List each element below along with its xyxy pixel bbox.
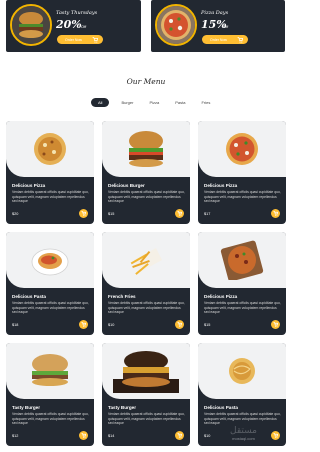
order-now-label: Order Now — [210, 37, 227, 42]
cart-icon — [81, 211, 86, 216]
pasta-icon — [31, 248, 69, 276]
menu-item-card[interactable]: Delicious Pasta Veniam debitis quaerat o… — [6, 232, 94, 335]
add-to-cart-button[interactable] — [79, 431, 88, 440]
menu-item-card[interactable]: Delicious Burger Veniam debitis quaerat … — [102, 121, 190, 224]
cart-icon — [81, 322, 86, 327]
cart-icon — [273, 211, 278, 216]
filter-pizza[interactable]: Pizza — [145, 98, 163, 107]
item-name: Delicious Pizza — [12, 183, 46, 188]
cart-icon — [177, 211, 182, 216]
item-name: Delicious Pasta — [12, 294, 46, 299]
item-description: Veniam debitis quaerat officiis quasi cu… — [204, 190, 281, 204]
watermark-arabic: مستقل — [230, 426, 257, 436]
item-price: $18 — [12, 323, 19, 327]
filter-pasta[interactable]: Pasta — [171, 98, 189, 107]
item-name: French Fries — [108, 294, 136, 299]
item-name: Tasty Burger — [108, 405, 136, 410]
item-description: Veniam debitis quaerat officiis quasi cu… — [108, 301, 185, 315]
item-price: $17 — [204, 212, 211, 216]
item-price: $15 — [108, 212, 115, 216]
food-image-area — [198, 343, 286, 399]
promo-percent: 20% — [56, 18, 82, 31]
filter-all[interactable]: All — [91, 98, 110, 107]
cart-icon — [177, 433, 182, 438]
menu-filters: All Burger Pizza Pasta Fries — [91, 98, 214, 107]
item-name: Delicious Pizza — [204, 183, 238, 188]
item-price: $10 — [108, 323, 115, 327]
order-now-label: Order Now — [65, 37, 82, 42]
food-image-area — [6, 343, 94, 399]
burger-icon — [113, 351, 179, 393]
promo-banner-2: Pizza Days 15% Off Order Now — [151, 0, 285, 52]
promo-off: Off — [223, 24, 229, 29]
menu-item-card[interactable]: Delicious Pizza Veniam debitis quaerat o… — [198, 121, 286, 224]
food-image-area — [6, 121, 94, 177]
menu-item-card[interactable]: Tasty Burger Veniam debitis quaerat offi… — [102, 343, 190, 446]
pasta-icon — [229, 358, 255, 384]
cart-icon — [237, 36, 243, 43]
cart-icon — [92, 36, 98, 43]
item-name: Delicious Pizza — [204, 294, 238, 299]
item-price: $12 — [12, 434, 19, 438]
food-image-area — [102, 232, 190, 288]
add-to-cart-button[interactable] — [175, 320, 184, 329]
fries-icon — [130, 248, 162, 275]
food-image-area — [6, 232, 94, 288]
item-description: Veniam debitis quaerat officiis quasi cu… — [204, 301, 281, 315]
burger-icon — [129, 131, 163, 167]
menu-title: Our Menu — [126, 77, 166, 86]
menu-item-card[interactable]: Delicious Pizza Veniam debitis quaerat o… — [198, 232, 286, 335]
add-to-cart-button[interactable] — [175, 431, 184, 440]
pizza-icon — [220, 240, 264, 280]
item-name: Tasty Burger — [12, 405, 40, 410]
add-to-cart-button[interactable] — [271, 209, 280, 218]
pizza-icon — [34, 133, 66, 165]
add-to-cart-button[interactable] — [271, 320, 280, 329]
item-name: Delicious Pasta — [204, 405, 238, 410]
add-to-cart-button[interactable] — [175, 209, 184, 218]
order-now-button[interactable]: Order Now — [202, 35, 248, 44]
filter-fries[interactable]: Fries — [197, 98, 214, 107]
promo-title: Tasty Thursdays — [56, 10, 98, 16]
item-description: Veniam debitis quaerat officiis quasi cu… — [12, 190, 89, 204]
item-description: Veniam debitis quaerat officiis quasi cu… — [204, 412, 281, 426]
burger-promo-image — [10, 4, 52, 46]
item-price: $15 — [204, 323, 211, 327]
food-image-area — [198, 121, 286, 177]
add-to-cart-button[interactable] — [79, 320, 88, 329]
promo-off: Off — [81, 24, 87, 29]
item-price: $14 — [108, 434, 115, 438]
filter-burger[interactable]: Burger — [117, 98, 137, 107]
watermark-latin: mostaql.com — [232, 436, 255, 441]
pizza-promo-image — [155, 4, 197, 46]
promo-title: Pizza Days — [201, 10, 229, 16]
cart-icon — [273, 433, 278, 438]
cart-icon — [177, 322, 182, 327]
watermark: مستقل mostaql.com — [230, 426, 257, 441]
menu-item-card[interactable]: French Fries Veniam debitis quaerat offi… — [102, 232, 190, 335]
item-name: Delicious Burger — [108, 183, 145, 188]
burger-icon — [32, 354, 68, 386]
promo-banner-1: Tasty Thursdays 20% Off Order Now — [6, 0, 141, 52]
item-description: Veniam debitis quaerat officiis quasi cu… — [108, 412, 185, 426]
order-now-button[interactable]: Order Now — [57, 35, 103, 44]
food-image-area — [198, 232, 286, 288]
item-description: Veniam debitis quaerat officiis quasi cu… — [108, 190, 185, 204]
item-description: Veniam debitis quaerat officiis quasi cu… — [12, 301, 89, 315]
menu-item-card[interactable]: Tasty Burger Veniam debitis quaerat offi… — [6, 343, 94, 446]
food-image-area — [102, 121, 190, 177]
cart-icon — [273, 322, 278, 327]
add-to-cart-button[interactable] — [79, 209, 88, 218]
add-to-cart-button[interactable] — [271, 431, 280, 440]
pizza-icon — [226, 133, 258, 165]
item-price: $10 — [204, 434, 211, 438]
menu-item-card[interactable]: Delicious Pizza Veniam debitis quaerat o… — [6, 121, 94, 224]
food-image-area — [102, 343, 190, 399]
item-description: Veniam debitis quaerat officiis quasi cu… — [12, 412, 89, 426]
cart-icon — [81, 433, 86, 438]
item-price: $20 — [12, 212, 19, 216]
